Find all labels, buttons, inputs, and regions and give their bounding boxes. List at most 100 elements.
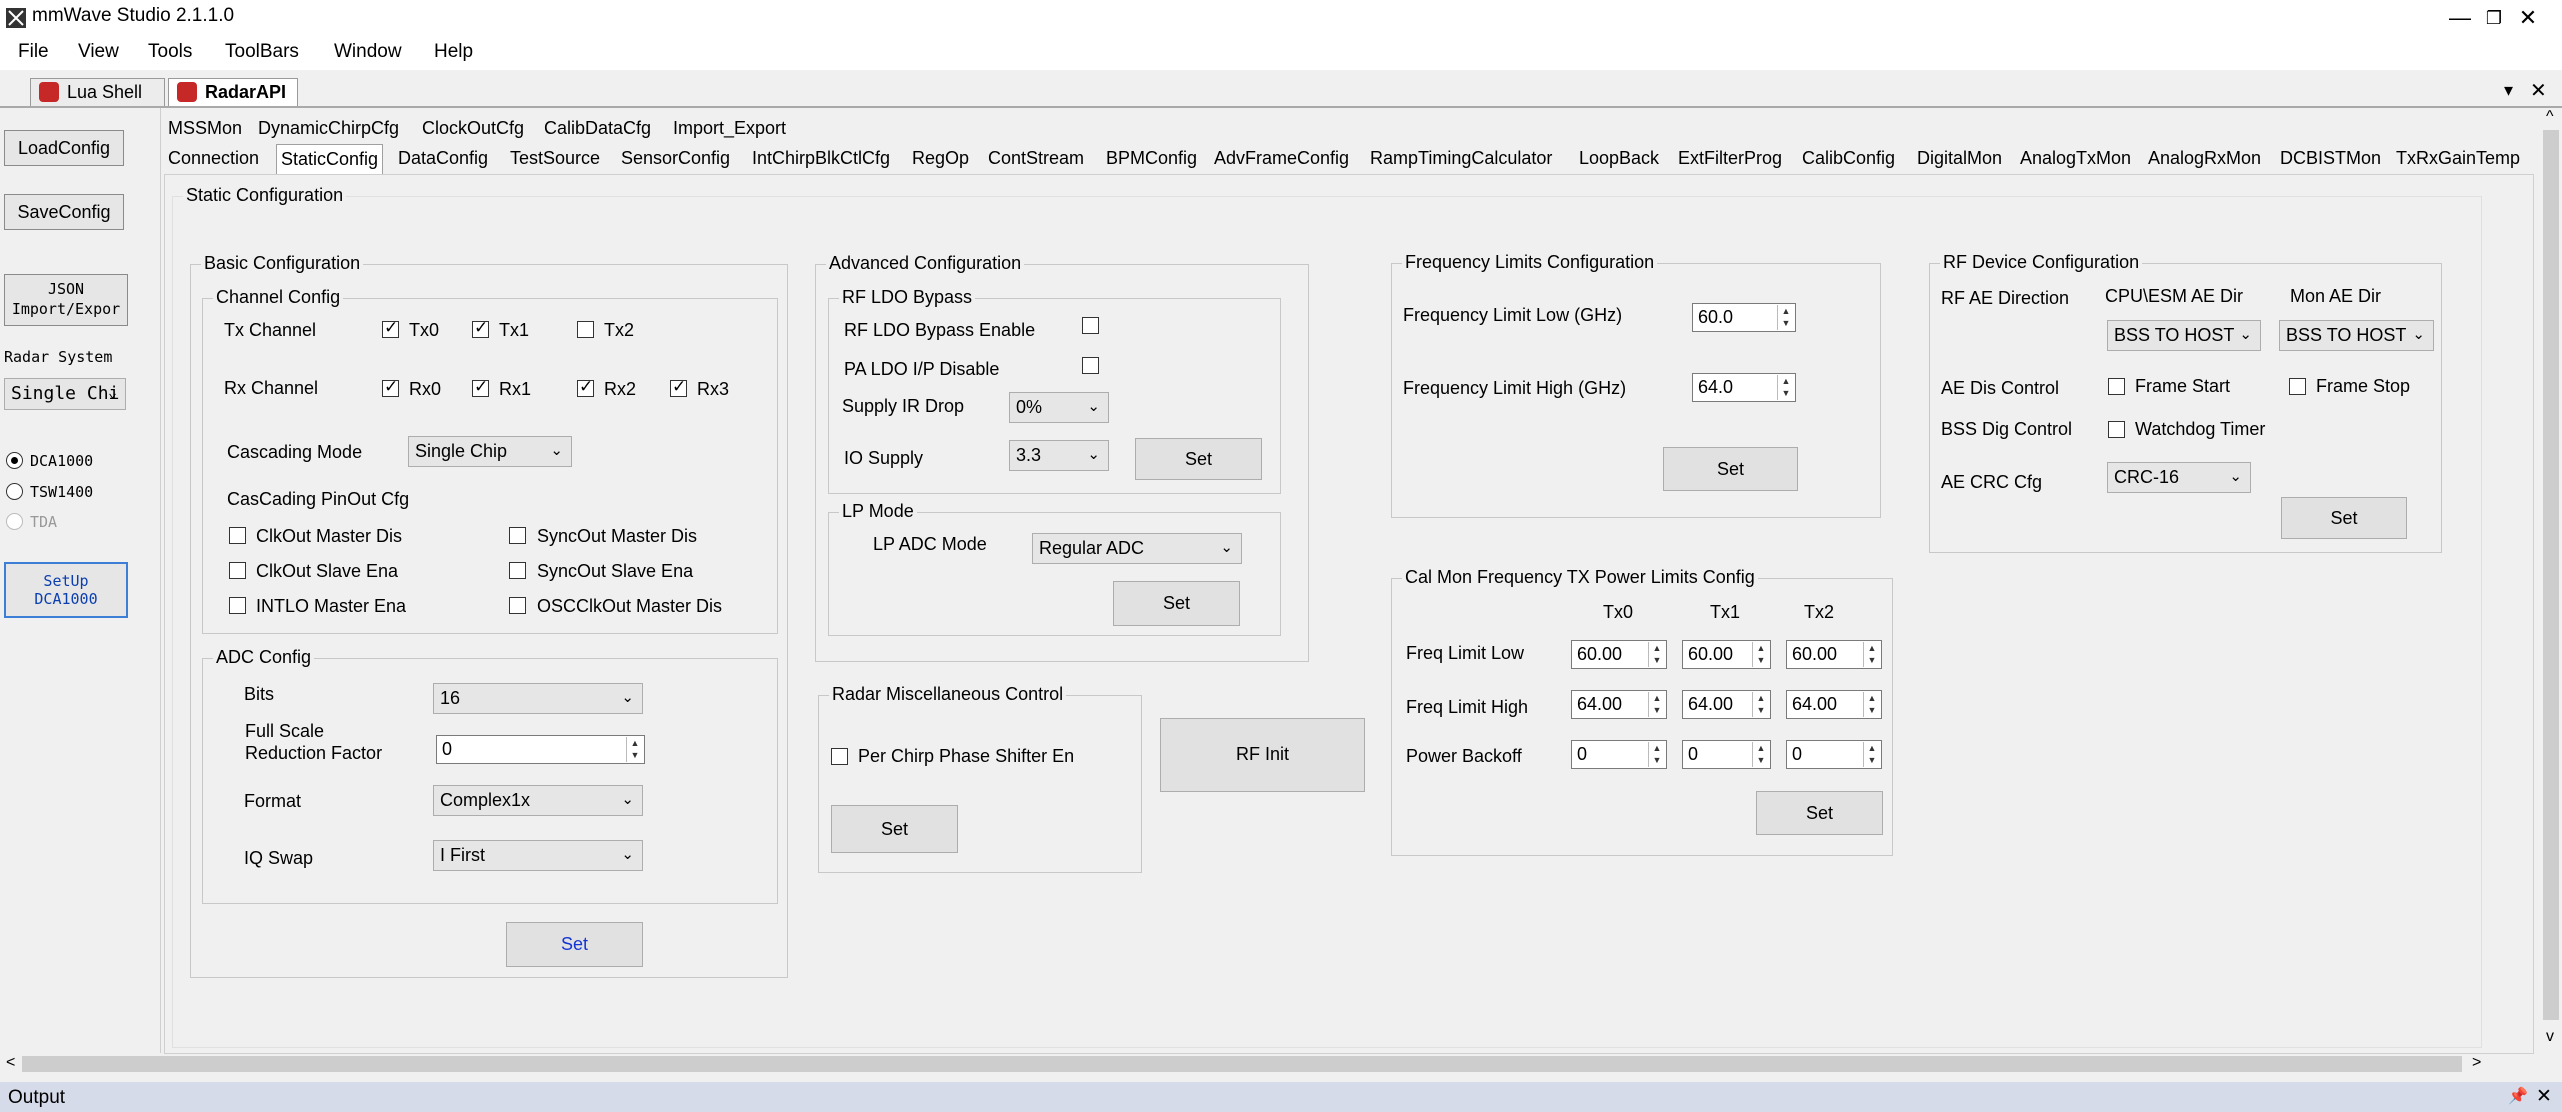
spinner-arrows-icon[interactable]: ▲ ▼ — [1777, 305, 1794, 330]
mon-ae-dir-dropdown[interactable]: BSS TO HOST ⌄ — [2279, 320, 2434, 351]
tab-contstream[interactable]: ContStream — [988, 148, 1084, 169]
full-scale-reduction-input[interactable]: 0 ▲ ▼ — [436, 735, 645, 764]
tab-digitalmon[interactable]: DigitalMon — [1917, 148, 2002, 169]
horizontal-scroll-thumb[interactable] — [22, 1056, 2462, 1072]
calmon-low-tx0-input[interactable]: 60.00 ▲ ▼ — [1571, 640, 1667, 669]
frame-start-checkbox[interactable] — [2108, 378, 2125, 395]
calmon-high-tx2-input[interactable]: 64.00 ▲ ▼ — [1786, 690, 1882, 719]
tab-close-icon[interactable]: ✕ — [2530, 78, 2547, 103]
oscclkout-master-dis-checkbox[interactable] — [509, 597, 526, 614]
tab-ramptimingcalculator[interactable]: RampTimingCalculator — [1370, 148, 1552, 169]
freq-limits-set-button[interactable]: Set — [1663, 447, 1798, 491]
syncout-slave-ena-checkbox[interactable] — [509, 562, 526, 579]
supply-ir-drop-dropdown[interactable]: 0% ⌄ — [1009, 392, 1109, 423]
tab-analogtxmon[interactable]: AnalogTxMon — [2020, 148, 2131, 169]
tab-dataconfig[interactable]: DataConfig — [398, 148, 488, 169]
spinner-arrows-icon[interactable]: ▲ ▼ — [1648, 642, 1665, 667]
lp-adc-mode-dropdown[interactable]: Regular ADC ⌄ — [1032, 533, 1242, 564]
tab-connection[interactable]: Connection — [168, 148, 259, 169]
horizontal-scrollbar[interactable]: < > — [0, 1054, 2540, 1074]
menu-help[interactable]: Help — [434, 41, 473, 63]
tab-clockoutcfg[interactable]: ClockOutCfg — [422, 118, 524, 139]
cascading-mode-dropdown[interactable]: Single Chip ⌄ — [408, 436, 572, 467]
calmon-set-button[interactable]: Set — [1756, 791, 1883, 835]
calmon-high-tx1-input[interactable]: 64.00 ▲ ▼ — [1682, 690, 1771, 719]
tx1-checkbox[interactable] — [472, 318, 489, 338]
watchdog-timer-checkbox[interactable] — [2108, 421, 2125, 438]
tab-intchirpblkctlcfg[interactable]: IntChirpBlkCtlCfg — [752, 148, 890, 169]
rx1-checkbox[interactable] — [472, 377, 489, 397]
freq-limit-high-input[interactable]: 64.0 ▲ ▼ — [1692, 373, 1796, 402]
radar-system-dropdown[interactable]: Single Chi ⌄ — [4, 378, 126, 410]
spinner-arrows-icon[interactable]: ▲ ▼ — [1752, 642, 1769, 667]
tab-import-export[interactable]: Import_Export — [673, 118, 786, 139]
tab-radar-api[interactable]: RadarAPI — [168, 78, 298, 106]
clkout-slave-ena-checkbox[interactable] — [229, 562, 246, 579]
io-supply-dropdown[interactable]: 3.3 ⌄ — [1009, 440, 1109, 471]
rf-init-button[interactable]: RF Init — [1160, 718, 1365, 792]
tab-sensorconfig[interactable]: SensorConfig — [621, 148, 730, 169]
clkout-master-dis-checkbox[interactable] — [229, 527, 246, 544]
freq-limit-low-input[interactable]: 60.0 ▲ ▼ — [1692, 303, 1796, 332]
spinner-arrows-icon[interactable]: ▲ ▼ — [1752, 742, 1769, 767]
rx3-checkbox[interactable] — [670, 377, 687, 397]
tab-lua-shell[interactable]: Lua Shell — [30, 78, 165, 106]
syncout-master-dis-checkbox[interactable] — [509, 527, 526, 544]
output-panel-header[interactable]: Output 📌 ✕ — [0, 1082, 2562, 1112]
spinner-arrows-icon[interactable]: ▲ ▼ — [1863, 642, 1880, 667]
calmon-high-tx0-input[interactable]: 64.00 ▲ ▼ — [1571, 690, 1667, 719]
tab-advframeconfig[interactable]: AdvFrameConfig — [1214, 148, 1349, 169]
pa-ldo-disable-checkbox[interactable] — [1082, 357, 1099, 374]
json-import-export-button[interactable]: JSON Import/Expor — [4, 274, 128, 326]
tab-calibdatacfg[interactable]: CalibDataCfg — [544, 118, 651, 139]
radio-dca1000[interactable] — [6, 452, 23, 469]
spinner-arrows-icon[interactable]: ▲ ▼ — [1752, 692, 1769, 717]
tab-dcbistmon[interactable]: DCBISTMon — [2280, 148, 2381, 169]
bits-dropdown[interactable]: 16 ⌄ — [433, 683, 643, 714]
output-close-icon[interactable]: ✕ — [2536, 1085, 2552, 1108]
rx0-checkbox[interactable] — [382, 377, 399, 397]
scroll-right-icon[interactable]: > — [2472, 1054, 2481, 1072]
save-config-button[interactable]: SaveConfig — [4, 194, 124, 230]
tab-bpmconfig[interactable]: BPMConfig — [1106, 148, 1197, 169]
menu-file[interactable]: File — [18, 41, 49, 63]
tab-loopback[interactable]: LoopBack — [1579, 148, 1659, 169]
rf-ldo-set-button[interactable]: Set — [1135, 438, 1262, 480]
cpu-esm-ae-dir-dropdown[interactable]: BSS TO HOST ⌄ — [2107, 320, 2261, 351]
basic-set-button[interactable]: Set — [506, 922, 643, 967]
frame-stop-checkbox[interactable] — [2289, 378, 2306, 395]
lp-mode-set-button[interactable]: Set — [1113, 581, 1240, 626]
intlo-master-ena-checkbox[interactable] — [229, 597, 246, 614]
calmon-backoff-tx0-input[interactable]: 0 ▲ ▼ — [1571, 740, 1667, 769]
spinner-arrows-icon[interactable]: ▲ ▼ — [1863, 742, 1880, 767]
radio-tsw1400[interactable] — [6, 483, 23, 500]
tx2-checkbox[interactable] — [577, 321, 594, 338]
per-chirp-phase-shifter-checkbox[interactable] — [831, 748, 848, 765]
iq-swap-dropdown[interactable]: I First ⌄ — [433, 840, 643, 871]
spinner-arrows-icon[interactable]: ▲ ▼ — [1648, 692, 1665, 717]
load-config-button[interactable]: LoadConfig — [4, 130, 124, 166]
tab-dynamicchirpcfg[interactable]: DynamicChirpCfg — [258, 118, 399, 139]
calmon-backoff-tx1-input[interactable]: 0 ▲ ▼ — [1682, 740, 1771, 769]
scroll-down-icon[interactable]: v — [2546, 1028, 2554, 1046]
tab-txrxgaintemp[interactable]: TxRxGainTemp — [2396, 148, 2520, 169]
calmon-low-tx2-input[interactable]: 60.00 ▲ ▼ — [1786, 640, 1882, 669]
scroll-up-icon[interactable]: ^ — [2546, 108, 2554, 126]
rf-ldo-bypass-enable-checkbox[interactable] — [1082, 317, 1099, 334]
tab-list-dropdown-icon[interactable]: ▾ — [2504, 80, 2513, 101]
vertical-scroll-thumb[interactable] — [2543, 130, 2559, 1020]
menu-view[interactable]: View — [78, 41, 119, 63]
tab-mssmon[interactable]: MSSMon — [168, 118, 242, 139]
tx0-checkbox[interactable] — [382, 318, 399, 338]
menu-window[interactable]: Window — [334, 41, 402, 63]
spinner-arrows-icon[interactable]: ▲ ▼ — [1777, 375, 1794, 400]
misc-set-button[interactable]: Set — [831, 805, 958, 853]
scroll-left-icon[interactable]: < — [6, 1054, 15, 1072]
tab-testsource[interactable]: TestSource — [510, 148, 600, 169]
ae-crc-cfg-dropdown[interactable]: CRC-16 ⌄ — [2107, 462, 2251, 493]
calmon-backoff-tx2-input[interactable]: 0 ▲ ▼ — [1786, 740, 1882, 769]
pin-icon[interactable]: 📌 — [2508, 1086, 2528, 1106]
menu-tools[interactable]: Tools — [148, 41, 192, 63]
rx2-checkbox[interactable] — [577, 377, 594, 397]
spinner-arrows-icon[interactable]: ▲ ▼ — [1648, 742, 1665, 767]
